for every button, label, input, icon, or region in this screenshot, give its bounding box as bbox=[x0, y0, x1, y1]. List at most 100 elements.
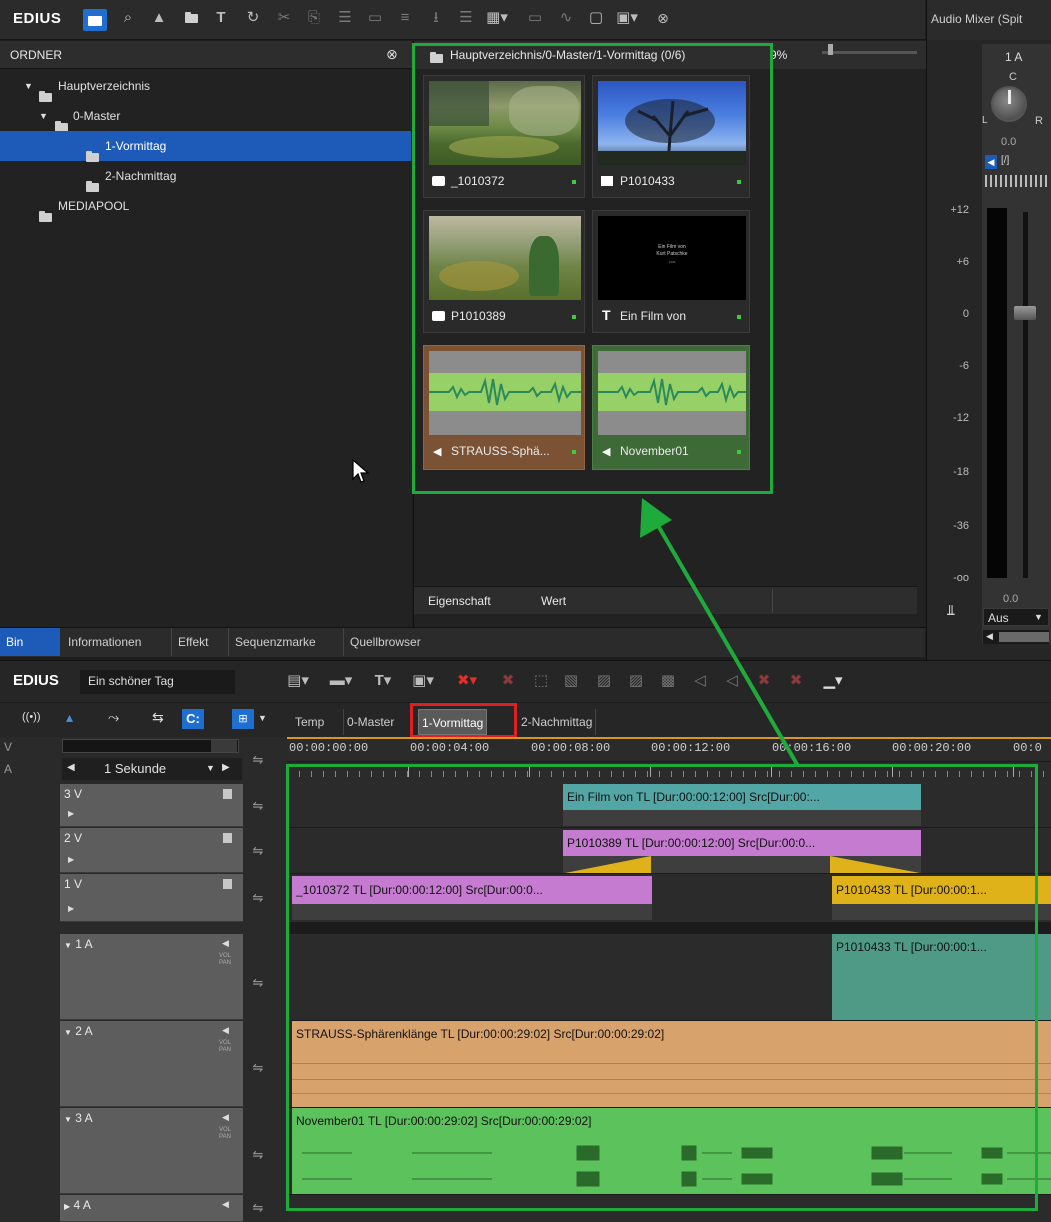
timecode-0: 00:00:00:00 bbox=[289, 741, 369, 755]
collapse-arrow-icon[interactable]: ▼ bbox=[64, 941, 72, 950]
mute-speaker-button[interactable]: ◀ bbox=[985, 155, 997, 169]
paste-icon[interactable]: ☰ bbox=[334, 8, 356, 28]
property-col-name: Eigenschaft bbox=[428, 594, 491, 608]
scale-right-icon[interactable]: ▶ bbox=[222, 762, 230, 773]
speaker-icon[interactable]: ◀ bbox=[222, 1025, 229, 1036]
zoom-slider[interactable] bbox=[822, 51, 917, 54]
expand-arrow-icon[interactable]: ▶ bbox=[68, 809, 74, 818]
zoom-slider-handle[interactable] bbox=[828, 44, 833, 55]
project-name-field[interactable]: Ein schöner Tag bbox=[80, 670, 235, 694]
sync-mode-icon[interactable]: ⇆ bbox=[152, 709, 164, 726]
monitor-icon[interactable]: ▭ bbox=[524, 8, 546, 28]
export-icon[interactable]: ⭳ bbox=[425, 8, 447, 28]
tree-item-2-nachmittag[interactable]: 2-Nachmittag bbox=[0, 161, 404, 192]
delete-icon[interactable]: ✖▾ bbox=[449, 671, 485, 691]
sync-toggle-icon[interactable]: ⇋ bbox=[248, 890, 268, 906]
title-icon[interactable]: T bbox=[210, 8, 232, 28]
tree-item-0-master[interactable]: ▼ 0-Master bbox=[0, 101, 404, 132]
view-icon[interactable]: ▦▾ bbox=[486, 8, 508, 28]
audio-monitor-icon[interactable]: ((•)) bbox=[22, 711, 41, 723]
sync-toggle-icon[interactable]: ⇋ bbox=[248, 1147, 268, 1163]
pan-knob[interactable] bbox=[991, 86, 1027, 122]
track-header-1a[interactable]: ▼ 1 A ◀ VOL PAN bbox=[60, 934, 243, 1020]
track-header-2v[interactable]: 2 V ▶ bbox=[60, 828, 243, 873]
list-icon[interactable]: ☰ bbox=[455, 8, 477, 28]
pan-value: 0.0 bbox=[1001, 136, 1017, 148]
save-icon[interactable]: ▣▾ bbox=[405, 671, 441, 691]
scale-left-icon[interactable]: ◀ bbox=[67, 762, 75, 773]
track-header-2a[interactable]: ▼ 2 A ◀ VOL PAN bbox=[60, 1021, 243, 1107]
folder-view-icon[interactable] bbox=[83, 9, 107, 31]
collapse-arrow-icon[interactable]: ▼ bbox=[64, 1115, 72, 1124]
track-header-3v[interactable]: 3 V ▶ bbox=[60, 784, 243, 827]
timecode-8: 00:00:08:00 bbox=[531, 741, 611, 755]
waveform-icon[interactable]: ∿ bbox=[555, 8, 577, 28]
scroll-left-icon[interactable]: ◀ bbox=[986, 631, 993, 642]
refresh-icon[interactable]: ↻ bbox=[242, 8, 264, 28]
tab-sequenzmarke[interactable]: Sequenzmarke bbox=[228, 628, 322, 656]
sync-toggle-icon[interactable]: ⇋ bbox=[248, 1060, 268, 1076]
mixer-scrollbar[interactable]: ◀ bbox=[983, 630, 1049, 644]
sync-toggle-icon[interactable]: ⇋ bbox=[248, 843, 268, 859]
track-header-1v[interactable]: 1 V ▶ bbox=[60, 874, 243, 922]
snap-icon[interactable]: C: bbox=[182, 709, 204, 729]
sync-toggle-icon[interactable]: ⇋ bbox=[248, 1200, 268, 1216]
search-icon[interactable]: ⌕ bbox=[117, 8, 139, 28]
v-label: V bbox=[4, 740, 13, 754]
tab-0-master[interactable]: 0-Master bbox=[343, 709, 397, 735]
time-scale-select[interactable]: ◀ 1 Sekunde ▼ ▶ bbox=[62, 758, 242, 780]
tab-temp[interactable]: Temp bbox=[292, 709, 327, 735]
cut-icon[interactable]: ✂ bbox=[273, 8, 295, 28]
up-icon[interactable]: ▲ bbox=[148, 8, 170, 28]
title-menu-icon[interactable]: T▾ bbox=[365, 671, 401, 691]
tab-effekt[interactable]: Effekt bbox=[171, 628, 214, 656]
expand-arrow-icon[interactable]: ▼ bbox=[24, 71, 33, 101]
tree-item-1-vormittag[interactable]: 1-Vormittag bbox=[0, 131, 411, 162]
tree-item-hauptverzeichnis[interactable]: ▼ Hauptverzeichnis bbox=[0, 71, 404, 102]
ripple-mode-icon[interactable]: ⤳ bbox=[108, 709, 119, 726]
track-header-3a[interactable]: ▼ 3 A ◀ VOL PAN bbox=[60, 1108, 243, 1194]
render-icon[interactable]: ▁▾ bbox=[815, 671, 851, 691]
tab-informationen[interactable]: Informationen bbox=[62, 628, 147, 656]
speaker-icon[interactable]: ◀ bbox=[222, 1112, 229, 1123]
window-icon[interactable]: ▢ bbox=[585, 8, 607, 28]
expand-arrow-icon[interactable]: ▼ bbox=[39, 101, 48, 131]
mode-select[interactable]: Aus ▼ bbox=[983, 608, 1049, 626]
timecode-20: 00:00:20:00 bbox=[892, 741, 972, 755]
mixer-title: Audio Mixer (Spit bbox=[931, 12, 1023, 26]
track-header-4a[interactable]: ▶ 4 A ◀ bbox=[60, 1195, 243, 1222]
tab-bin[interactable]: Bin bbox=[0, 628, 60, 656]
ripple-delete-icon[interactable]: ✖ bbox=[497, 671, 519, 691]
speaker-icon[interactable]: ◀ bbox=[222, 1199, 229, 1210]
chevron-down-icon: ▼ bbox=[206, 763, 215, 773]
open-folder-icon[interactable] bbox=[180, 8, 202, 28]
tab-2-nachmittag[interactable]: 2-Nachmittag bbox=[518, 709, 597, 735]
chevron-down-icon[interactable]: ▼ bbox=[258, 713, 267, 723]
insert-mode-icon[interactable]: ▴ bbox=[66, 709, 73, 726]
group-link-icon[interactable]: ⊞ bbox=[232, 709, 254, 729]
new-sequence-icon[interactable]: ▤▾ bbox=[280, 671, 316, 691]
add-clip-icon[interactable]: ▧ bbox=[560, 671, 582, 691]
open-project-icon[interactable]: ▬▾ bbox=[323, 671, 359, 691]
timeline-overview-bar[interactable] bbox=[62, 739, 239, 753]
cut-point-icon[interactable]: ⬚ bbox=[530, 671, 552, 691]
speaker-icon[interactable]: ◀ bbox=[222, 938, 229, 949]
tree-item-mediapool[interactable]: MEDIAPOOL bbox=[0, 191, 404, 222]
sync-toggle-icon[interactable]: ⇋ bbox=[248, 798, 268, 814]
expand-arrow-icon[interactable]: ▶ bbox=[68, 904, 74, 913]
close-icon[interactable]: ⊗ bbox=[386, 46, 398, 63]
sync-toggle-icon[interactable]: ⇋ bbox=[248, 975, 268, 991]
fader-handle[interactable] bbox=[1014, 306, 1036, 320]
annotation-arrow bbox=[640, 498, 800, 768]
copy-icon[interactable]: ⎘ bbox=[303, 8, 325, 28]
add-to-timeline-icon[interactable]: ▭ bbox=[364, 8, 386, 28]
expand-arrow-icon[interactable]: ▶ bbox=[68, 855, 74, 864]
toolbox-icon[interactable]: ▣▾ bbox=[616, 8, 638, 28]
collapse-arrow-icon[interactable]: ▼ bbox=[64, 1028, 72, 1037]
meter-settings-icon[interactable]: ⫫ bbox=[947, 602, 955, 619]
expand-arrow-icon[interactable]: ▶ bbox=[64, 1202, 70, 1211]
sync-toggle-icon[interactable]: ⇋ bbox=[248, 752, 268, 768]
tab-quellbrowser[interactable]: Quellbrowser bbox=[343, 628, 427, 656]
close-icon[interactable]: ⊗ bbox=[652, 8, 674, 28]
insert-icon[interactable]: ≡ bbox=[394, 8, 416, 28]
